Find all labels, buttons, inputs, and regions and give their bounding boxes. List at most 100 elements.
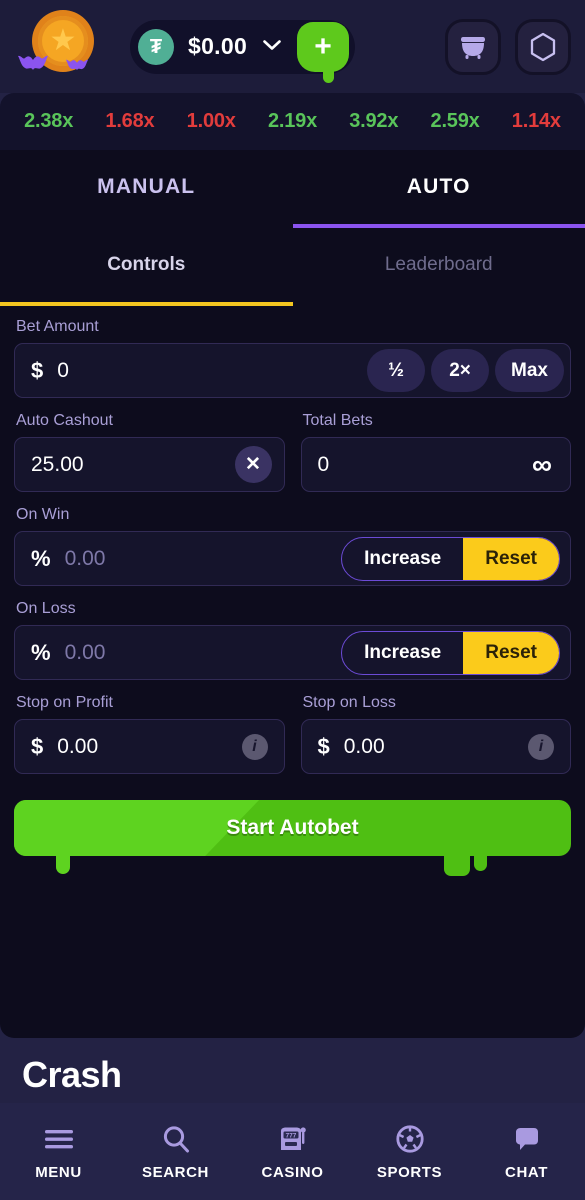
bet-amount-group: Bet Amount $ 0 ½ 2× Max <box>14 318 571 398</box>
on-win-reset-option[interactable]: Reset <box>463 537 559 580</box>
auto-cashout-group: Auto Cashout 25.00 ✕ <box>14 412 285 492</box>
on-loss-value: 0.00 <box>64 640 106 664</box>
tab-manual[interactable]: MANUAL <box>0 150 293 228</box>
stop-on-profit-input[interactable]: $ 0.00 i <box>14 719 285 774</box>
hamburger-menu-icon <box>43 1123 75 1155</box>
history-item[interactable]: 1.14x <box>512 110 561 133</box>
stop-on-profit-group: Stop on Profit $ 0.00 i <box>14 694 285 774</box>
nav-item-chat[interactable]: CHAT <box>468 1123 585 1181</box>
nav-label-sports: SPORTS <box>376 1163 443 1181</box>
infinity-icon[interactable]: ∞ <box>532 450 552 479</box>
control-panel: MANUAL AUTO Controls Leaderboard Bet Amo… <box>0 150 585 1038</box>
nav-item-search[interactable]: SEARCH <box>117 1123 234 1181</box>
app-header: ★ ₮ $0.00 + <box>0 0 585 93</box>
history-item[interactable]: 3.92x <box>349 110 398 133</box>
bat-icon-svg <box>18 55 48 70</box>
stop-on-loss-input[interactable]: $ 0.00 i <box>300 719 571 774</box>
bat-icon-svg <box>66 59 88 70</box>
plus-icon: + <box>314 29 332 63</box>
auto-cashout-input[interactable]: 25.00 ✕ <box>14 437 285 492</box>
stop-on-profit-value: 0.00 <box>57 734 99 758</box>
multiplier-history-bar: 2.38x 1.68x 1.00x 2.19x 3.92x 2.59x 1.14… <box>0 93 585 150</box>
on-win-input[interactable]: % 0.00 Increase Reset <box>14 531 571 586</box>
on-win-toggle: Increase Reset <box>341 536 560 581</box>
tab-leaderboard[interactable]: Leaderboard <box>293 228 585 306</box>
soccer-ball-icon <box>395 1123 425 1155</box>
nav-item-casino[interactable]: 777 CASINO <box>234 1123 351 1181</box>
slime-drip <box>56 854 70 874</box>
percent-sign-icon: % <box>31 545 51 571</box>
bat-icon <box>18 48 48 78</box>
on-win-group: On Win % 0.00 Increase Reset <box>14 506 571 586</box>
clear-cashout-button[interactable]: ✕ <box>234 446 272 483</box>
stop-conditions-row: Stop on Profit $ 0.00 i Stop on Loss $ 0… <box>14 694 571 774</box>
balance-amount: $0.00 <box>188 33 248 59</box>
info-icon[interactable]: i <box>241 733 268 760</box>
stop-on-loss-label: Stop on Loss <box>302 694 396 711</box>
max-bet-button[interactable]: Max <box>495 349 564 392</box>
history-item[interactable]: 1.68x <box>105 110 154 133</box>
dollar-sign-icon: $ <box>317 733 330 759</box>
history-item[interactable]: 2.38x <box>24 110 73 133</box>
deposit-button[interactable]: + <box>297 21 350 83</box>
dollar-sign-icon: $ <box>31 733 44 759</box>
history-item[interactable]: 1.00x <box>187 110 236 133</box>
bat-icon <box>66 54 88 76</box>
stop-on-loss-group: Stop on Loss $ 0.00 i <box>300 694 571 774</box>
star-icon: ★ <box>49 23 77 57</box>
cauldron-button[interactable] <box>445 18 501 75</box>
nav-label-chat: CHAT <box>505 1163 548 1181</box>
total-bets-input[interactable]: 0 ∞ <box>300 437 571 492</box>
total-bets-value: 0 <box>317 452 330 476</box>
tab-controls[interactable]: Controls <box>0 228 293 306</box>
tab-auto[interactable]: AUTO <box>292 150 585 228</box>
total-bets-label: Total Bets <box>302 412 373 429</box>
cauldron-icon <box>461 36 485 59</box>
on-loss-reset-option[interactable]: Reset <box>463 631 559 674</box>
hexagon-icon <box>530 32 556 61</box>
nav-item-sports[interactable]: SPORTS <box>351 1123 468 1181</box>
on-win-value: 0.00 <box>64 546 106 570</box>
half-bet-button[interactable]: ½ <box>367 349 426 392</box>
chat-bubble-icon <box>512 1123 542 1155</box>
on-loss-label: On Loss <box>16 600 76 617</box>
bet-amount-input[interactable]: $ 0 ½ 2× Max <box>14 343 571 398</box>
cashout-bets-row: Auto Cashout 25.00 ✕ Total Bets 0 ∞ <box>14 412 571 492</box>
halloween-coin-bats-logo[interactable]: ★ <box>4 4 108 90</box>
chevron-down-icon[interactable] <box>263 38 281 55</box>
start-autobet-label: Start Autobet <box>226 816 359 839</box>
auto-cashout-label: Auto Cashout <box>16 412 113 429</box>
bet-amount-chips: ½ 2× Max <box>367 349 564 392</box>
start-autobet-button[interactable]: Start Autobet <box>14 800 571 856</box>
search-icon <box>161 1123 191 1155</box>
history-item[interactable]: 2.59x <box>431 110 480 133</box>
nav-item-menu[interactable]: MENU <box>0 1123 117 1181</box>
on-win-increase-option[interactable]: Increase <box>342 538 463 580</box>
hexagon-button[interactable] <box>515 18 571 75</box>
history-item[interactable]: 2.19x <box>268 110 317 133</box>
app-screen: ★ ₮ $0.00 + 2.38x 1.68x 1.00x 2.19x 3.92… <box>0 0 585 1200</box>
stop-on-profit-label: Stop on Profit <box>16 694 113 711</box>
on-loss-increase-option[interactable]: Increase <box>342 632 463 674</box>
auto-cashout-value: 25.00 <box>31 452 84 476</box>
svg-text:777: 777 <box>285 1132 296 1139</box>
double-bet-button[interactable]: 2× <box>431 349 490 392</box>
on-loss-input[interactable]: % 0.00 Increase Reset <box>14 625 571 680</box>
on-loss-toggle: Increase Reset <box>341 630 560 675</box>
chevron-down-icon-svg <box>263 40 281 50</box>
dollar-sign-icon: $ <box>31 357 44 383</box>
usdt-tether-icon: ₮ <box>138 28 174 65</box>
controls-body: Bet Amount $ 0 ½ 2× Max Auto Cashout 25.… <box>0 306 585 774</box>
nav-label-menu: MENU <box>35 1163 82 1181</box>
slime-drip <box>444 854 470 876</box>
on-loss-group: On Loss % 0.00 Increase Reset <box>14 600 571 680</box>
balance-pill[interactable]: ₮ $0.00 + <box>130 19 356 83</box>
sub-tab-bar: Controls Leaderboard <box>0 228 585 306</box>
stop-on-loss-value: 0.00 <box>343 734 385 758</box>
total-bets-group: Total Bets 0 ∞ <box>300 412 571 492</box>
info-icon[interactable]: i <box>528 733 554 760</box>
mode-tab-bar: MANUAL AUTO <box>0 150 585 228</box>
